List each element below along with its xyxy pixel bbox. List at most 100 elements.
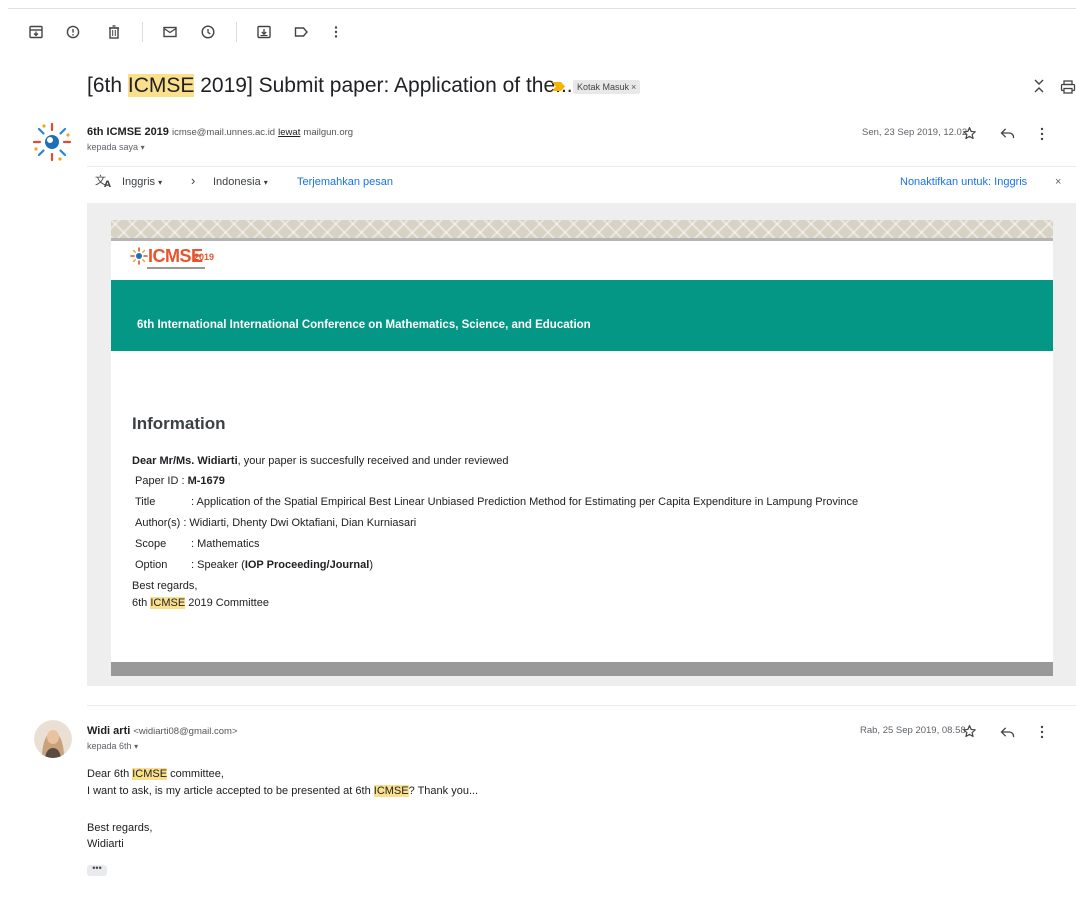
option-value-bold: IOP Proceeding/Journal <box>244 559 370 571</box>
subject-text: [6th <box>87 74 128 97</box>
archive-icon[interactable] <box>28 24 44 40</box>
report-spam-icon[interactable] <box>65 24 81 40</box>
signature-line: 6th ICMSE 2019 Committee <box>132 597 269 609</box>
toolbar <box>0 0 1076 62</box>
source-language-label: Inggris <box>122 176 156 188</box>
more-vert-icon[interactable] <box>328 24 344 40</box>
source-language-dropdown[interactable]: Inggris ▾ <box>122 176 162 188</box>
message-line: I want to ask, is my article accepted to… <box>87 785 478 797</box>
toolbar-top-divider <box>8 8 1076 9</box>
chevron-down-icon: ▾ <box>158 178 163 187</box>
recipient-text: kepada 6th <box>87 741 132 751</box>
thread-subject: [6th ICMSE 2019] Submit paper: Applicati… <box>87 74 573 98</box>
paper-id-label: Paper ID <box>135 475 179 487</box>
chevron-right-icon: › <box>191 173 196 188</box>
authors-value: : Widiarti, Dhenty Dwi Oktafiani, Dian K… <box>183 517 417 529</box>
translate-icon: 文A <box>95 173 113 192</box>
close-translate-icon[interactable]: × <box>1055 176 1061 188</box>
importance-marker-icon[interactable] <box>552 82 565 91</box>
message-text: Dear 6th <box>87 768 133 780</box>
sender-name[interactable]: Widi arti <box>87 725 130 737</box>
chevron-down-icon: ▾ <box>263 178 268 187</box>
paper-id-value: M-1679 <box>187 475 225 487</box>
chevron-down-icon: ▾ <box>140 143 145 152</box>
reply-icon[interactable] <box>1000 726 1015 739</box>
option-label: Option <box>135 559 168 571</box>
more-vert-icon[interactable] <box>1040 127 1044 141</box>
sender-line: Widi arti <widiarti08@gmail.com> <box>87 725 238 737</box>
logo-area <box>111 241 1053 280</box>
remove-label-icon[interactable]: × <box>631 82 636 92</box>
collapse-all-icon[interactable] <box>1032 78 1046 94</box>
scope-value: : Mathematics <box>191 538 260 550</box>
mark-unread-icon[interactable] <box>162 24 178 40</box>
paper-id-line: Paper ID : M-1679 <box>135 475 225 487</box>
option-value: : Speaker ( <box>191 559 245 571</box>
message-text: I want to ask, is my article accepted to… <box>87 785 374 797</box>
show-trimmed-content-button[interactable]: ••• <box>87 864 107 876</box>
banner-title: 6th International International Conferen… <box>137 319 591 331</box>
option-value: ) <box>369 559 373 571</box>
subject-highlight: ICMSE <box>127 74 195 97</box>
message-divider <box>87 705 1076 706</box>
icmse-logo-year: 2019 <box>194 252 215 262</box>
message-highlight: ICMSE <box>132 768 168 780</box>
greeting-name: Dear Mr/Ms. Widiarti <box>132 455 238 467</box>
signature-highlight: ICMSE <box>150 597 186 609</box>
scope-label: Scope <box>135 538 167 550</box>
sender-email: <widiarti08@gmail.com> <box>133 726 238 737</box>
conference-banner <box>111 280 1053 351</box>
message-line: Dear 6th ICMSE committee, <box>87 768 224 780</box>
move-to-icon[interactable] <box>256 24 272 40</box>
signature-text: Widiarti <box>87 838 124 850</box>
chevron-down-icon: ▾ <box>134 742 139 751</box>
delete-icon[interactable] <box>106 24 122 40</box>
target-language-label: Indonesia <box>213 176 261 188</box>
recipient-dropdown[interactable]: kepada saya ▾ <box>87 142 145 152</box>
via-link[interactable]: lewat <box>278 127 300 138</box>
more-vert-icon[interactable] <box>1040 725 1044 739</box>
sender-line: 6th ICMSE 2019 icmse@mail.unnes.ac.id le… <box>87 126 353 138</box>
snooze-icon[interactable] <box>200 24 216 40</box>
recipient-dropdown[interactable]: kepada 6th ▾ <box>87 741 138 751</box>
star-icon[interactable] <box>962 126 977 141</box>
star-icon[interactable] <box>962 724 977 739</box>
label-icon[interactable] <box>293 24 309 40</box>
toolbar-separator <box>142 22 143 42</box>
reply-icon[interactable] <box>1000 127 1015 140</box>
sender-avatar[interactable] <box>31 121 73 163</box>
message-highlight: ICMSE <box>373 785 409 797</box>
disable-translation-link[interactable]: Nonaktifkan untuk: Inggris <box>900 176 1027 188</box>
title-label: Title <box>135 496 156 508</box>
signature-text: 6th <box>132 597 151 609</box>
message-text: committee, <box>167 768 224 780</box>
label-chip-text: Kotak Masuk <box>577 82 630 92</box>
toolbar-separator <box>236 22 237 42</box>
title-line: Title : Application of the Spatial Empiri… <box>135 496 858 508</box>
inbox-label-chip[interactable]: Kotak Masuk × <box>573 80 641 94</box>
title-value: : Application of the Spatial Empirical B… <box>191 496 859 508</box>
footer-bar <box>111 662 1053 676</box>
header-pattern <box>111 220 1053 238</box>
sender-email: icmse@mail.unnes.ac.id <box>171 127 276 138</box>
closing-text: Best regards, <box>132 580 198 592</box>
authors-label: Author(s) <box>135 517 181 529</box>
option-line: Option : Speaker (IOP Proceeding/Journal) <box>135 559 373 571</box>
print-icon[interactable] <box>1060 79 1076 95</box>
target-language-dropdown[interactable]: Indonesia ▾ <box>213 176 268 188</box>
via-domain: mailgun.org <box>303 127 354 138</box>
subject-text: 2019] Submit paper: Application of the..… <box>194 74 573 97</box>
logo-subtitle-line <box>147 267 205 269</box>
sender-avatar[interactable] <box>34 720 72 758</box>
svg-text:A: A <box>104 180 111 189</box>
message-text: ? Thank you... <box>408 785 479 797</box>
sender-name[interactable]: 6th ICMSE 2019 <box>87 126 169 138</box>
translate-bar: 文A Inggris ▾ › Indonesia ▾ Terjemahkan p… <box>87 166 1076 197</box>
message-date: Rab, 25 Sep 2019, 08.58 <box>860 725 966 736</box>
translate-message-link[interactable]: Terjemahkan pesan <box>297 176 393 188</box>
greeting-text: , your paper is succesfully received and… <box>237 455 509 467</box>
icmse-logo-icon <box>130 247 148 265</box>
closing-text: Best regards, <box>87 822 153 834</box>
authors-line: Author(s) : Widiarti, Dhenty Dwi Oktafia… <box>135 517 416 529</box>
recipient-text: kepada saya <box>87 142 139 152</box>
